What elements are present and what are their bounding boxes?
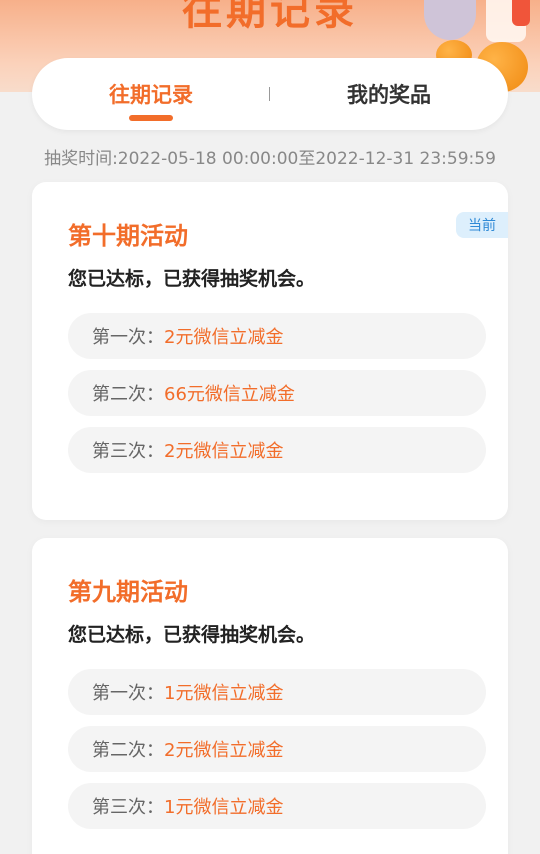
- tab-bar: 往期记录 我的奖品: [32, 58, 508, 130]
- prize-row: 第三次： 1元微信立减金: [68, 783, 486, 829]
- prize-label: 第二次：: [92, 384, 164, 405]
- prize-value: 2元微信立减金: [164, 441, 284, 462]
- prize-row: 第一次： 1元微信立减金: [68, 669, 486, 715]
- tab-my-prizes[interactable]: 我的奖品: [270, 58, 508, 130]
- prize-row: 第三次： 2元微信立减金: [68, 427, 486, 473]
- prize-value: 66元微信立减金: [164, 384, 295, 405]
- prize-label: 第二次：: [92, 740, 164, 761]
- prize-row: 第一次： 2元微信立减金: [68, 313, 486, 359]
- active-tab-indicator: [129, 115, 173, 121]
- prize-row: 第二次： 2元微信立减金: [68, 726, 486, 772]
- activity-status: 您已达标，已获得抽奖机会。: [68, 624, 316, 646]
- red-decoration-icon: [512, 0, 530, 26]
- prize-value: 1元微信立减金: [164, 797, 284, 818]
- activity-title: 第九期活动: [68, 578, 188, 606]
- prize-label: 第一次：: [92, 683, 164, 704]
- prize-value: 2元微信立减金: [164, 740, 284, 761]
- page: 往期记录 往期记录 我的奖品 抽奖时间:2022-05-18 00:00:00至…: [0, 0, 540, 854]
- prize-value: 1元微信立减金: [164, 683, 284, 704]
- prize-label: 第三次：: [92, 441, 164, 462]
- prize-label: 第一次：: [92, 327, 164, 348]
- prize-label: 第三次：: [92, 797, 164, 818]
- activity-status: 您已达标，已获得抽奖机会。: [68, 268, 316, 290]
- draw-time-text: 抽奖时间:2022-05-18 00:00:00至2022-12-31 23:5…: [44, 149, 496, 169]
- activity-title: 第十期活动: [68, 222, 188, 250]
- prize-row: 第二次： 66元微信立减金: [68, 370, 486, 416]
- activity-card: 当前 第十期活动 您已达标，已获得抽奖机会。 第一次： 2元微信立减金 第二次：…: [32, 182, 508, 520]
- current-badge: 当前: [456, 212, 508, 238]
- prize-value: 2元微信立减金: [164, 327, 284, 348]
- activity-card: 第九期活动 您已达标，已获得抽奖机会。 第一次： 1元微信立减金 第二次： 2元…: [32, 538, 508, 854]
